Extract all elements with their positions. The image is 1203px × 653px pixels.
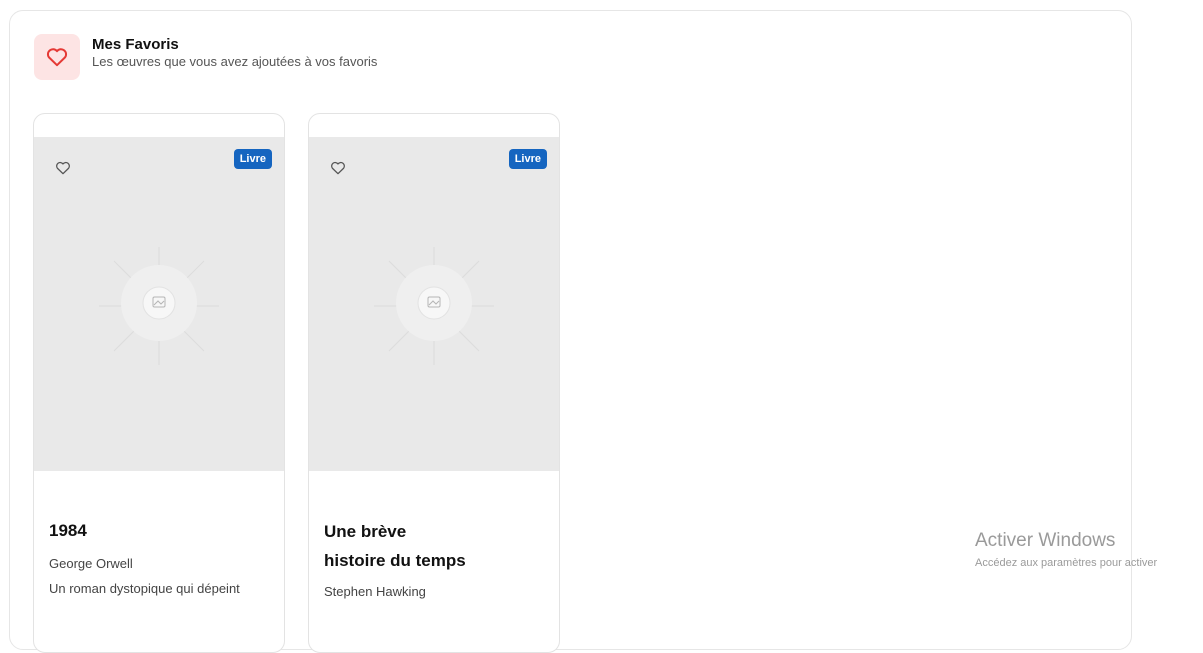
card-title[interactable]: 1984 <box>49 516 87 545</box>
page-title: Mes Favoris <box>92 36 179 53</box>
card-author: Stephen Hawking <box>324 584 426 599</box>
heart-outline-icon <box>56 161 70 175</box>
card-title[interactable]: Une brève <box>324 517 406 546</box>
image-placeholder-icon <box>99 247 219 365</box>
type-badge: Livre <box>233 149 272 169</box>
card-description: Un roman dystopique qui dépeint <box>49 581 240 596</box>
watermark-title: Activer Windows <box>975 530 1116 551</box>
heart-icon <box>34 34 80 80</box>
favorite-card[interactable]: Livre Une brève histoire du temps Stephe… <box>308 113 560 653</box>
favorites-header: Mes Favoris Les œuvres que vous avez ajo… <box>34 34 377 80</box>
card-author: George Orwell <box>49 556 133 571</box>
windows-activation-watermark: Activer Windows Accédez aux paramètres p… <box>975 530 1157 571</box>
favorites-panel: Mes Favoris Les œuvres que vous avez ajo… <box>9 10 1132 653</box>
favorite-card[interactable]: Livre 1984 George Orwell Un roman dystop… <box>33 113 285 653</box>
heart-outline-icon <box>331 161 345 175</box>
watermark-subtitle: Accédez aux paramètres pour activer <box>975 557 1158 569</box>
favorite-toggle-button[interactable] <box>52 157 74 179</box>
type-badge: Livre <box>508 149 547 169</box>
cover-placeholder: Livre <box>309 137 559 471</box>
card-title-continued[interactable]: histoire du temps <box>324 546 466 575</box>
page-subtitle: Les œuvres que vous avez ajoutées à vos … <box>92 54 378 69</box>
image-placeholder-icon <box>374 247 494 365</box>
cover-placeholder: Livre <box>34 137 284 471</box>
favorite-toggle-button[interactable] <box>327 157 349 179</box>
